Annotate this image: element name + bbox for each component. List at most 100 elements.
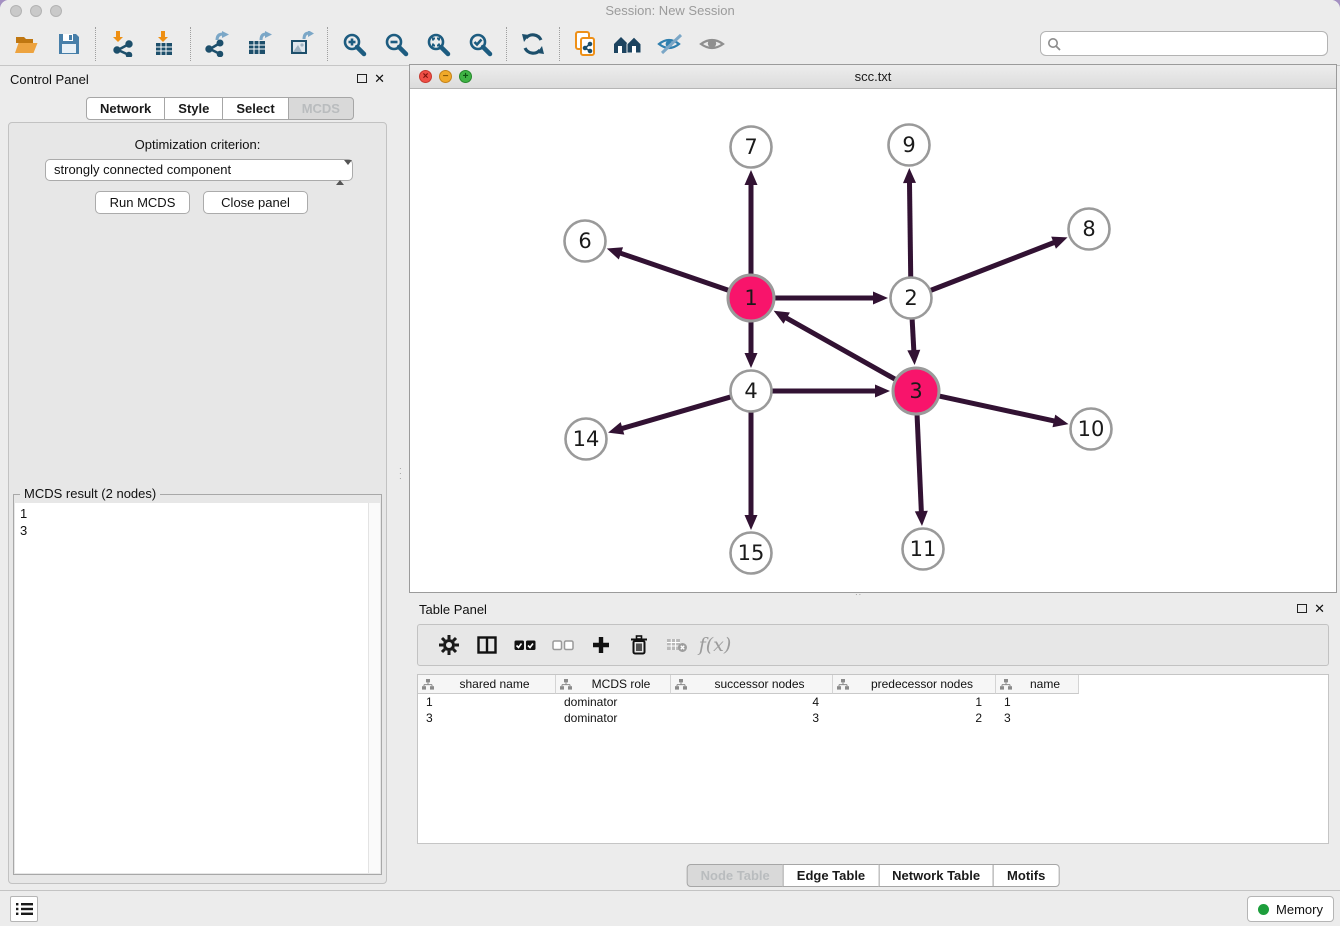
column-type-icon — [837, 679, 849, 690]
window-title: Session: New Session — [0, 0, 1340, 22]
column-header-name[interactable]: name — [996, 675, 1079, 694]
network-view-window: × − + scc.txt 7968124314101511 — [409, 64, 1337, 593]
float-table-panel-icon[interactable] — [1297, 604, 1307, 613]
tab-select[interactable]: Select — [222, 97, 288, 120]
column-type-icon — [675, 679, 687, 690]
memory-label: Memory — [1276, 902, 1323, 917]
memory-button[interactable]: Memory — [1247, 896, 1334, 922]
first-neighbors-icon[interactable] — [607, 25, 649, 63]
graph-edge-1-6[interactable] — [619, 253, 730, 291]
open-file-icon[interactable] — [6, 25, 48, 63]
control-panel-tabs: NetworkStyleSelectMCDS — [86, 97, 354, 120]
zoom-selected-icon[interactable] — [459, 25, 501, 63]
table-row[interactable]: 3dominator323 — [418, 710, 1328, 726]
search-input[interactable] — [1065, 36, 1327, 51]
status-bar: Memory — [0, 890, 1340, 926]
column-header-MCDS-role[interactable]: MCDS role — [556, 675, 671, 694]
graph-edge-2-9[interactable] — [909, 181, 910, 279]
export-network-icon[interactable] — [196, 25, 238, 63]
unselect-all-columns-icon[interactable] — [544, 630, 582, 660]
import-network-icon[interactable] — [101, 25, 143, 63]
edge-arrowhead — [1052, 415, 1068, 428]
edge-arrowhead — [745, 353, 758, 368]
mcds-result-title: MCDS result (2 nodes) — [20, 486, 160, 501]
edge-arrowhead — [607, 247, 623, 259]
network-canvas[interactable]: 7968124314101511 — [410, 89, 1336, 592]
table-cell: dominator — [556, 694, 671, 710]
search-icon — [1047, 37, 1061, 51]
graph-node-label: 7 — [744, 135, 757, 159]
mcds-result-scrollbar[interactable] — [368, 503, 380, 873]
tab-network-table[interactable]: Network Table — [878, 864, 994, 887]
edge-arrowhead — [1051, 237, 1067, 249]
tab-motifs[interactable]: Motifs — [993, 864, 1059, 887]
criterion-select[interactable]: strongly connected component — [45, 159, 353, 181]
column-header-predecessor-nodes[interactable]: predecessor nodes — [833, 675, 996, 694]
toolbar-separator — [559, 27, 560, 61]
show-all-icon[interactable] — [691, 25, 733, 63]
tab-style[interactable]: Style — [164, 97, 223, 120]
export-image-icon[interactable] — [280, 25, 322, 63]
table-cell: 3 — [671, 710, 833, 726]
node-table[interactable]: shared nameMCDS rolesuccessor nodesprede… — [417, 674, 1329, 844]
toolbar-separator — [95, 27, 96, 61]
graph-edge-3-10[interactable] — [937, 396, 1055, 422]
column-type-icon — [1000, 679, 1012, 690]
close-panel-icon[interactable]: ✕ — [374, 73, 385, 84]
graph-node-label: 2 — [904, 286, 917, 310]
table-cell: 1 — [833, 694, 996, 710]
graph-edge-3-1[interactable] — [785, 317, 897, 380]
tab-mcds[interactable]: MCDS — [288, 97, 354, 120]
mcds-panel: Optimization criterion: strongly connect… — [8, 122, 387, 884]
table-cell: 1 — [996, 694, 1079, 710]
graph-edge-3-11[interactable] — [917, 413, 921, 513]
search-box[interactable] — [1040, 31, 1328, 56]
edge-arrowhead — [745, 170, 758, 185]
table-panel: Table Panel ✕ — [409, 596, 1337, 890]
table-cell: 3 — [418, 710, 556, 726]
tab-edge-table[interactable]: Edge Table — [783, 864, 879, 887]
column-type-icon — [422, 679, 434, 690]
select-all-columns-icon[interactable] — [506, 630, 544, 660]
main-toolbar — [0, 22, 1340, 66]
tab-node-table[interactable]: Node Table — [687, 864, 784, 887]
refresh-icon[interactable] — [512, 25, 554, 63]
run-mcds-button[interactable]: Run MCDS — [95, 191, 190, 214]
column-header-successor-nodes[interactable]: successor nodes — [671, 675, 833, 694]
table-cell: dominator — [556, 710, 671, 726]
network-graph: 7968124314101511 — [410, 89, 1336, 592]
graph-node-label: 11 — [910, 537, 937, 561]
export-table-icon[interactable] — [238, 25, 280, 63]
tab-network[interactable]: Network — [86, 97, 165, 120]
table-panel-header: Table Panel ✕ — [409, 596, 1337, 622]
toolbar-separator — [190, 27, 191, 61]
graph-edge-4-14[interactable] — [621, 396, 733, 429]
save-session-icon[interactable] — [48, 25, 90, 63]
float-panel-icon[interactable] — [357, 74, 367, 83]
task-history-button[interactable] — [10, 896, 38, 922]
table-row[interactable]: 1dominator411 — [418, 694, 1328, 710]
mcds-result-textarea[interactable]: 1 3 — [15, 503, 368, 873]
graph-node-label: 15 — [738, 541, 765, 565]
graph-edge-2-8[interactable] — [929, 242, 1056, 291]
add-column-icon[interactable] — [582, 630, 620, 660]
column-header-shared-name[interactable]: shared name — [418, 675, 556, 694]
graph-node-label: 8 — [1082, 217, 1095, 241]
settings-gear-icon[interactable] — [430, 630, 468, 660]
import-table-icon[interactable] — [143, 25, 185, 63]
toolbar-separator — [327, 27, 328, 61]
delete-column-icon[interactable] — [620, 630, 658, 660]
duplicate-network-icon[interactable] — [565, 25, 607, 63]
hide-selected-icon[interactable] — [649, 25, 691, 63]
function-builder-icon: f(x) — [696, 630, 734, 660]
close-panel-button[interactable]: Close panel — [203, 191, 308, 214]
edge-arrowhead — [907, 350, 920, 365]
control-panel: Control Panel ✕ NetworkStyleSelectMCDS O… — [0, 66, 395, 890]
column-layout-icon[interactable] — [468, 630, 506, 660]
close-table-panel-icon[interactable]: ✕ — [1314, 603, 1325, 614]
zoom-fit-icon[interactable] — [417, 25, 459, 63]
graph-edge-2-3[interactable] — [912, 317, 914, 352]
zoom-out-icon[interactable] — [375, 25, 417, 63]
vertical-splitter-grip[interactable]: ∙∙∙ — [399, 466, 405, 482]
zoom-in-icon[interactable] — [333, 25, 375, 63]
